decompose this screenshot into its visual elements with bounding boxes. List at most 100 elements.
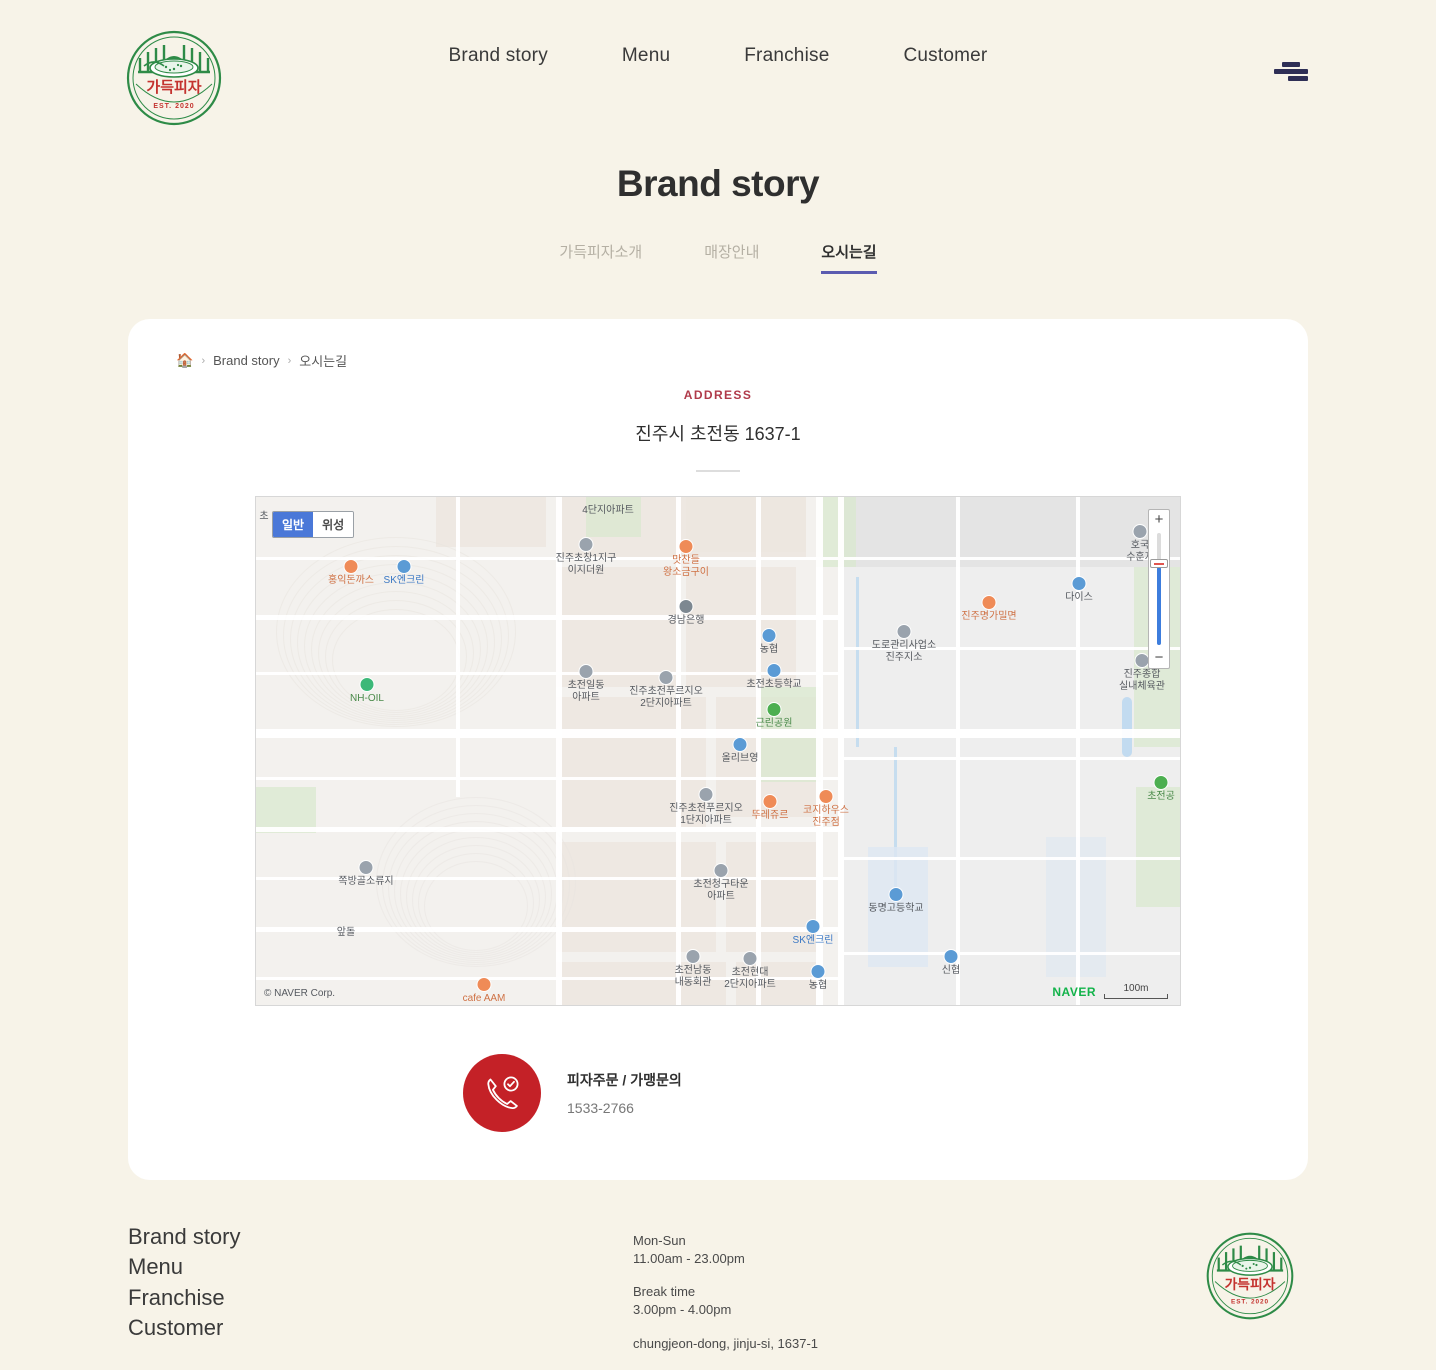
map-scale-line	[1104, 994, 1168, 999]
map-shape	[556, 842, 716, 952]
map-poi-pin[interactable]	[359, 677, 375, 692]
map-shape	[956, 497, 960, 1005]
footer-link-franchise[interactable]: Franchise	[128, 1283, 633, 1313]
map-poi-pin[interactable]	[698, 787, 714, 802]
zoom-out-button[interactable]: −	[1149, 648, 1169, 668]
hours-value: 11.00am - 23.00pm	[633, 1250, 745, 1266]
footer-navigation: Brand story Menu Franchise Customer	[128, 1222, 633, 1352]
map-poi-label: 초전남동 내동회관	[674, 965, 712, 988]
nav-item-brand-story[interactable]: Brand story	[449, 45, 548, 67]
map-poi-label: 홍익돈까스	[328, 575, 374, 586]
map-poi-pin[interactable]	[678, 539, 694, 554]
map-poi-pin[interactable]	[578, 537, 594, 552]
map-poi-pin[interactable]	[805, 919, 821, 934]
hamburger-icon[interactable]	[1274, 60, 1308, 82]
tab-stores[interactable]: 매장안내	[704, 241, 759, 274]
map-shape	[1076, 497, 1080, 1005]
address-label: ADDRESS	[683, 388, 753, 402]
map-poi-label: 다이스	[1065, 592, 1093, 603]
map-poi-pin[interactable]	[1132, 524, 1148, 539]
zoom-slider-fill	[1157, 567, 1161, 645]
map-shape	[436, 497, 546, 547]
brand-logo[interactable]: 가득피자 EST. 2020	[124, 28, 224, 128]
map-poi-pin[interactable]	[943, 949, 959, 964]
map-poi-label: 동명고등학교	[868, 903, 924, 914]
map-poi-pin[interactable]	[766, 702, 782, 717]
map-poi-pin[interactable]	[343, 559, 359, 574]
map-shape	[256, 557, 838, 560]
footer-link-customer[interactable]: Customer	[128, 1313, 633, 1343]
map-poi-pin[interactable]	[578, 664, 594, 679]
map-canvas[interactable]: 초 4단지아파트 진주초창1지구 이지더원 맛찬들 왕소금구이 경남은행 농협 초전초등학교 근린…	[256, 497, 1180, 1005]
zoom-slider-handle[interactable]	[1150, 559, 1168, 568]
zoom-slider-track[interactable]	[1150, 533, 1168, 645]
map-poi-label: 신협	[941, 965, 961, 976]
map-zoom-control[interactable]: + −	[1148, 509, 1170, 669]
map-poi-pin[interactable]	[476, 977, 492, 992]
nav-item-franchise[interactable]: Franchise	[744, 45, 829, 67]
map-poi-label: cafe AAM	[462, 993, 506, 1004]
breadcrumb-item-brand-story[interactable]: Brand story	[213, 353, 279, 368]
map-shape	[686, 497, 806, 552]
map-poi-pin[interactable]	[396, 559, 412, 574]
map-poi-label: 농협	[759, 644, 779, 655]
map-poi-pin[interactable]	[685, 949, 701, 964]
map-poi-pin[interactable]	[713, 863, 729, 878]
map-poi-label: SK엔크린	[383, 575, 425, 586]
zoom-in-button[interactable]: +	[1149, 510, 1169, 530]
phone-check-icon[interactable]	[463, 1054, 541, 1132]
map-poi-label: 쪽방골소류지	[338, 876, 394, 887]
map-poi-pin[interactable]	[761, 628, 777, 643]
map-shape	[256, 777, 838, 780]
map-poi-pin[interactable]	[1153, 775, 1169, 790]
map-type-normal[interactable]: 일반	[273, 512, 314, 537]
map-shape	[556, 567, 676, 687]
map-type-toggle[interactable]: 일반 위성	[272, 511, 355, 538]
map-poi-pin[interactable]	[766, 663, 782, 678]
map-shape	[424, 861, 528, 951]
map-shape	[456, 497, 460, 797]
map-poi-pin[interactable]	[810, 964, 826, 979]
hours-title: Mon-Sun	[633, 1233, 686, 1248]
contact-title: 피자주문 / 가맹문의	[567, 1072, 682, 1088]
map-poi-label: 초전청구타운 아파트	[693, 879, 749, 902]
breadcrumb-separator-1: ›	[201, 354, 206, 367]
map-poi-pin[interactable]	[358, 860, 374, 875]
address-value: 진주시 초전동 1637-1	[635, 424, 801, 444]
map-poi-pin[interactable]	[732, 737, 748, 752]
map-poi-label: 뚜레쥬르	[751, 810, 789, 821]
map-type-satellite[interactable]: 위성	[313, 512, 354, 537]
map-shape	[756, 497, 761, 1005]
map-poi-pin[interactable]	[896, 624, 912, 639]
map-poi-pin[interactable]	[981, 595, 997, 610]
footer-logo[interactable]: 가득피자 EST. 2020	[1204, 1230, 1296, 1322]
nav-item-customer[interactable]: Customer	[903, 45, 987, 67]
map-shape	[1136, 787, 1180, 907]
tab-directions[interactable]: 오시는길	[821, 241, 877, 274]
map-poi-label: 진주명가밀면	[961, 611, 1017, 622]
map-poi-pin[interactable]	[1071, 576, 1087, 591]
site-footer: Brand story Menu Franchise Customer Mon-…	[128, 1222, 1308, 1352]
map-poi-pin[interactable]	[762, 794, 778, 809]
tab-intro[interactable]: 가득피자소개	[559, 241, 642, 274]
map-poi-pin[interactable]	[818, 789, 834, 804]
logo-kr-text: 가득피자	[146, 79, 201, 96]
break-value: 3.00pm - 4.00pm	[633, 1302, 732, 1318]
map-poi-pin[interactable]	[888, 887, 904, 902]
footer-link-brand-story[interactable]: Brand story	[128, 1222, 633, 1252]
nav-item-menu[interactable]: Menu	[622, 45, 670, 67]
map-poi-pin[interactable]	[658, 670, 674, 685]
footer-link-menu[interactable]: Menu	[128, 1252, 633, 1282]
home-icon[interactable]: 🏠	[176, 352, 193, 369]
map-poi-label: 진주초창1지구 이지더원	[555, 553, 617, 576]
map-poi-pin[interactable]	[742, 951, 758, 966]
map-poi-label: 초	[259, 511, 269, 522]
naver-map[interactable]: 초 4단지아파트 진주초창1지구 이지더원 맛찬들 왕소금구이 경남은행 농협 초전초등학교 근린…	[255, 496, 1181, 1006]
content-card: 🏠 › Brand story › 오시는길 ADDRESS 진주시 초전동 1…	[128, 319, 1308, 1180]
map-poi-label: 초전초등학교	[746, 679, 802, 690]
map-poi-label: 4단지아파트	[582, 505, 634, 516]
logo-est-text: EST. 2020	[153, 103, 194, 110]
map-scale-label: 100m	[1123, 983, 1149, 994]
map-poi-pin[interactable]	[678, 599, 694, 614]
contact-number[interactable]: 1533-2766	[567, 1100, 682, 1116]
